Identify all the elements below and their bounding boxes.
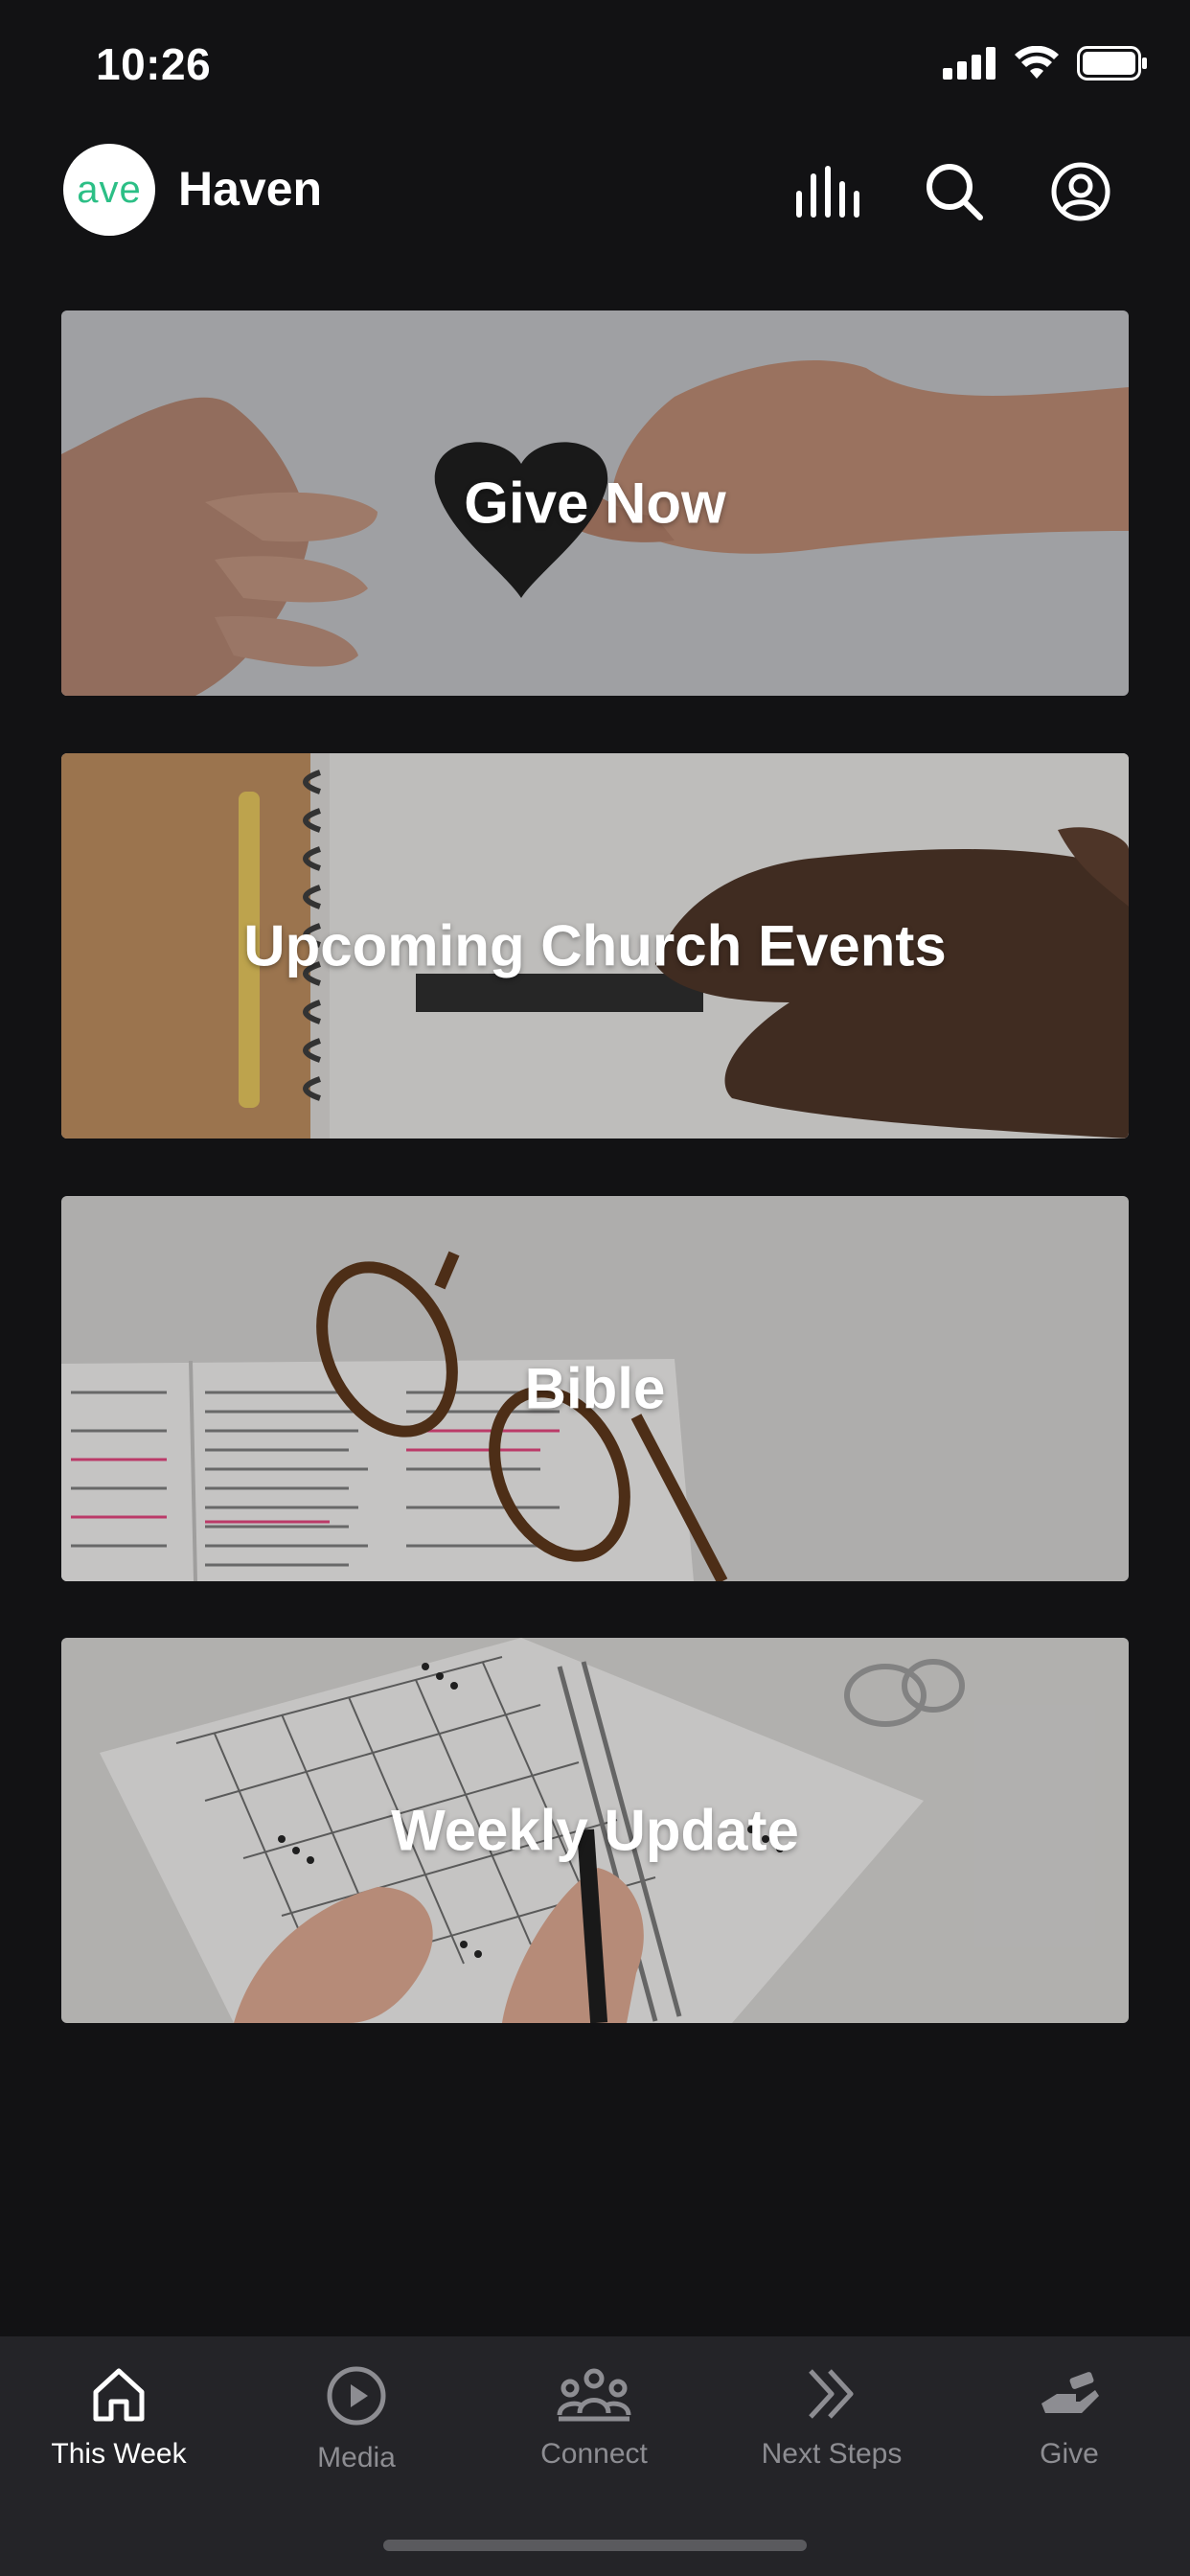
tab-label: This Week: [51, 2438, 187, 2470]
bible-card[interactable]: Bible: [61, 1196, 1129, 1581]
status-bar: 10:26: [0, 0, 1190, 134]
app-header: ave Haven: [0, 134, 1190, 249]
card-title: Weekly Update: [391, 1798, 799, 1863]
card-title: Upcoming Church Events: [243, 913, 947, 978]
tab-label: Media: [317, 2442, 396, 2473]
tab-this-week[interactable]: This Week: [0, 2365, 238, 2528]
double-chevron-right-icon: [803, 2365, 860, 2423]
wifi-icon: [1014, 45, 1060, 85]
logo-text: ave: [77, 168, 142, 211]
battery-icon: [1077, 46, 1148, 85]
upcoming-events-card[interactable]: Upcoming Church Events: [61, 753, 1129, 1138]
home-indicator[interactable]: [383, 2540, 807, 2551]
play-circle-icon: [326, 2365, 387, 2426]
search-button[interactable]: [916, 155, 993, 232]
weekly-update-card[interactable]: Weekly Update: [61, 1638, 1129, 2023]
give-now-card[interactable]: Give Now: [61, 310, 1129, 696]
app-title: Haven: [178, 162, 323, 216]
group-icon: [557, 2365, 631, 2423]
audio-button[interactable]: [790, 155, 866, 232]
tab-label: Next Steps: [761, 2438, 903, 2470]
status-time: 10:26: [96, 39, 212, 89]
card-title: Bible: [524, 1356, 666, 1421]
tab-connect[interactable]: Connect: [475, 2365, 713, 2528]
giving-hand-icon: [1038, 2365, 1101, 2423]
card-title: Give Now: [464, 471, 726, 536]
tab-media[interactable]: Media: [238, 2365, 475, 2528]
tab-label: Connect: [540, 2438, 648, 2470]
tab-label: Give: [1040, 2438, 1099, 2470]
tab-next-steps[interactable]: Next Steps: [713, 2365, 950, 2528]
user-profile-icon: [1050, 161, 1111, 227]
audio-bars-icon: [794, 165, 861, 223]
home-icon: [90, 2365, 148, 2423]
church-logo[interactable]: ave: [63, 144, 155, 236]
profile-button[interactable]: [1042, 155, 1119, 232]
tab-give[interactable]: Give: [950, 2365, 1188, 2528]
search-icon: [924, 161, 985, 227]
status-icons: [943, 45, 1148, 85]
cellular-signal-icon: [943, 47, 996, 84]
